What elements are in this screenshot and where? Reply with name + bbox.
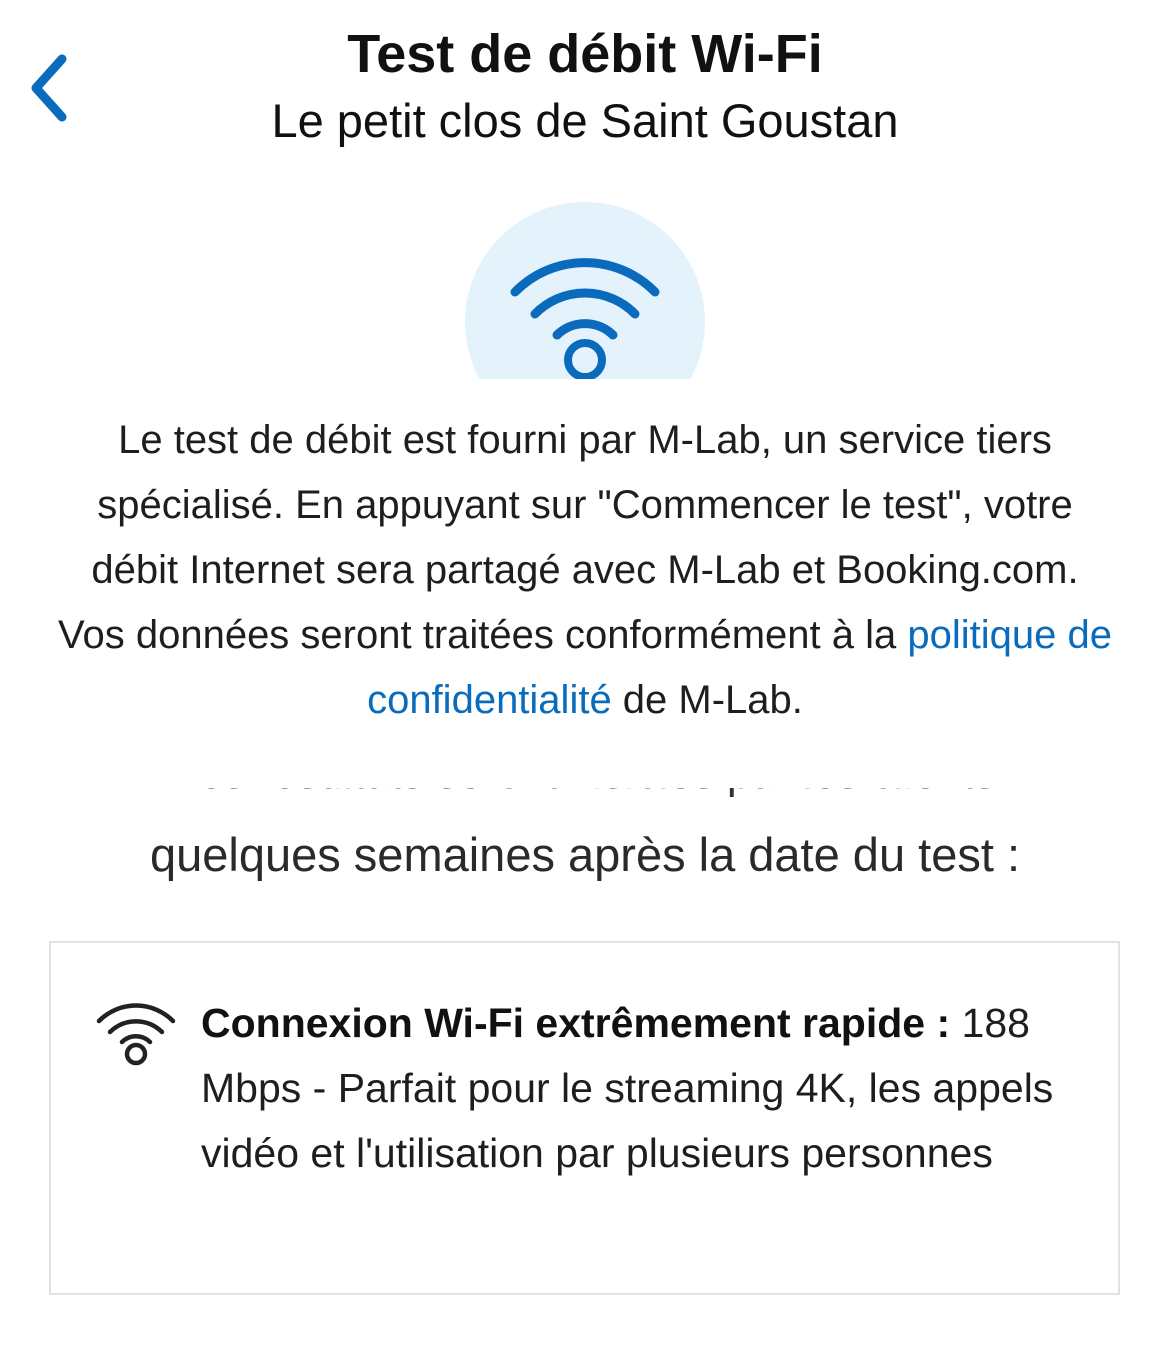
wifi-icon (510, 258, 660, 379)
speed-result-card: Connexion Wi-Fi extrêmement rapide : 188… (49, 941, 1120, 1295)
property-name: Le petit clos de Saint Goustan (271, 94, 899, 147)
speed-label: Connexion Wi-Fi extrêmement rapide : (201, 1000, 951, 1046)
speed-test-disclaimer: Le test de débit est fourni par M-Lab, u… (55, 408, 1115, 733)
speed-description: - Parfait pour le streaming 4K, les appe… (201, 1065, 1054, 1176)
wifi-icon (96, 1003, 176, 1066)
header: Test de débit Wi-Fi Le petit clos de Sai… (0, 22, 1170, 150)
results-subheading: quelques semaines après la date du test … (149, 828, 1021, 881)
disclaimer-text-end: de M-Lab. (611, 678, 803, 722)
page-title: Test de débit Wi-Fi (347, 24, 823, 84)
speed-result-text: Connexion Wi-Fi extrêmement rapide : 188… (201, 991, 1081, 1186)
clipped-text: Les résultats seront visibles par les cl… (0, 788, 1170, 800)
clipped-text-line: Les résultats seront visibles par les cl… (0, 788, 1170, 802)
hero-illustration (465, 202, 705, 379)
